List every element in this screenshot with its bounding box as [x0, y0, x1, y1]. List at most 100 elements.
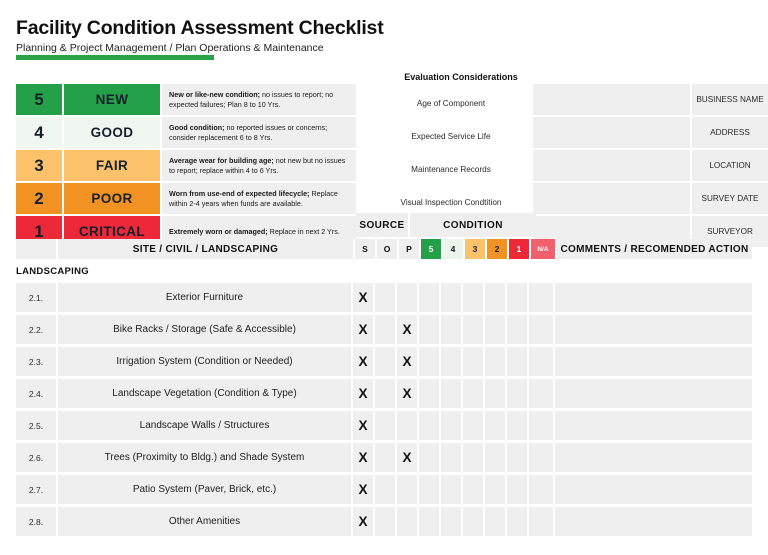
cell-condition-3[interactable]: [463, 379, 483, 408]
cell-condition-4[interactable]: [441, 443, 461, 472]
accent-underline: [16, 55, 214, 60]
cell-source-o[interactable]: [375, 411, 395, 440]
cell-condition-1[interactable]: [507, 283, 527, 312]
info-box-value[interactable]: [533, 117, 692, 148]
header-cell-condition-2: 2: [487, 239, 507, 259]
row-item-title: Trees (Proximity to Bldg.) and Shade Sys…: [58, 443, 351, 472]
cell-condition-2[interactable]: [485, 443, 505, 472]
cell-condition-2[interactable]: [485, 315, 505, 344]
cell-condition-na[interactable]: [529, 443, 553, 472]
cell-condition-2[interactable]: [485, 411, 505, 440]
cell-source-p[interactable]: [397, 411, 417, 440]
legend-score: 4: [16, 117, 64, 148]
cell-source-o[interactable]: [375, 283, 395, 312]
evaluation-considerations-list: Age of Component Expected Service Life Mai…: [366, 88, 536, 220]
cell-source-p[interactable]: X: [397, 443, 417, 472]
cell-source-s[interactable]: X: [353, 283, 373, 312]
cell-condition-3[interactable]: [463, 475, 483, 504]
cell-source-s[interactable]: X: [353, 443, 373, 472]
cell-condition-na[interactable]: [529, 411, 553, 440]
cell-comments[interactable]: [555, 475, 752, 504]
cell-condition-2[interactable]: [485, 507, 505, 536]
cell-condition-3[interactable]: [463, 283, 483, 312]
cell-condition-4[interactable]: [441, 315, 461, 344]
cell-condition-5[interactable]: [419, 507, 439, 536]
info-box-value[interactable]: [533, 150, 692, 181]
legend-row: 2 POOR Worn from use-end of expected lifec…: [16, 183, 356, 214]
cell-source-p[interactable]: X: [397, 315, 417, 344]
cell-condition-2[interactable]: [485, 347, 505, 376]
cell-condition-4[interactable]: [441, 507, 461, 536]
cell-condition-3[interactable]: [463, 507, 483, 536]
cell-source-s[interactable]: X: [353, 507, 373, 536]
cell-source-p[interactable]: X: [397, 347, 417, 376]
cell-source-o[interactable]: [375, 507, 395, 536]
cell-condition-5[interactable]: [419, 475, 439, 504]
cell-condition-4[interactable]: [441, 475, 461, 504]
cell-condition-1[interactable]: [507, 475, 527, 504]
cell-comments[interactable]: [555, 283, 752, 312]
cell-condition-1[interactable]: [507, 347, 527, 376]
cell-source-o[interactable]: [375, 443, 395, 472]
header-cell-source-o: O: [377, 239, 397, 259]
cell-condition-5[interactable]: [419, 379, 439, 408]
cell-condition-na[interactable]: [529, 379, 553, 408]
cell-condition-na[interactable]: [529, 315, 553, 344]
cell-source-p[interactable]: [397, 507, 417, 536]
facility-condition-assessment-page: Facility Condition Assessment Checklist …: [0, 0, 768, 555]
cell-source-s[interactable]: X: [353, 315, 373, 344]
cell-condition-na[interactable]: [529, 507, 553, 536]
cell-condition-na[interactable]: [529, 475, 553, 504]
cell-source-s[interactable]: X: [353, 347, 373, 376]
row-number: 2.8.: [16, 507, 56, 536]
condition-rating-legend: 5 NEW New or like-new condition; no issues…: [16, 84, 356, 247]
cell-condition-1[interactable]: [507, 411, 527, 440]
cell-source-o[interactable]: [375, 347, 395, 376]
cell-source-s[interactable]: X: [353, 379, 373, 408]
cell-comments[interactable]: [555, 379, 752, 408]
table-row: 2.7. Patio System (Paver, Brick, etc.) X: [16, 475, 752, 504]
cell-source-p[interactable]: X: [397, 379, 417, 408]
info-box-value[interactable]: [533, 84, 692, 115]
cell-condition-na[interactable]: [529, 283, 553, 312]
cell-condition-2[interactable]: [485, 283, 505, 312]
cell-source-o[interactable]: [375, 475, 395, 504]
cell-condition-5[interactable]: [419, 315, 439, 344]
cell-source-s[interactable]: X: [353, 475, 373, 504]
cell-comments[interactable]: [555, 315, 752, 344]
cell-condition-1[interactable]: [507, 379, 527, 408]
cell-condition-4[interactable]: [441, 283, 461, 312]
info-box-value[interactable]: [533, 183, 692, 214]
cell-condition-3[interactable]: [463, 411, 483, 440]
cell-condition-1[interactable]: [507, 315, 527, 344]
info-box-label: ADDRESS: [692, 117, 768, 148]
cell-comments[interactable]: [555, 507, 752, 536]
cell-condition-2[interactable]: [485, 475, 505, 504]
cell-comments[interactable]: [555, 411, 752, 440]
cell-condition-1[interactable]: [507, 443, 527, 472]
cell-condition-4[interactable]: [441, 347, 461, 376]
info-box-label: BUSINESS NAME: [692, 84, 768, 115]
cell-source-s[interactable]: X: [353, 411, 373, 440]
checklist-table-body: 2.1. Exterior Furniture X 2.2. Bike Racks / …: [16, 283, 752, 539]
cell-condition-1[interactable]: [507, 507, 527, 536]
cell-source-o[interactable]: [375, 315, 395, 344]
legend-rating-word: FAIR: [64, 150, 160, 181]
cell-source-p[interactable]: [397, 475, 417, 504]
header-cell-category-title: SITE / CIVIL / LANDSCAPING: [58, 239, 355, 259]
cell-condition-5[interactable]: [419, 347, 439, 376]
cell-comments[interactable]: [555, 443, 752, 472]
cell-condition-5[interactable]: [419, 411, 439, 440]
cell-comments[interactable]: [555, 347, 752, 376]
cell-source-o[interactable]: [375, 379, 395, 408]
cell-condition-3[interactable]: [463, 347, 483, 376]
cell-condition-5[interactable]: [419, 443, 439, 472]
cell-condition-3[interactable]: [463, 443, 483, 472]
cell-source-p[interactable]: [397, 283, 417, 312]
cell-condition-2[interactable]: [485, 379, 505, 408]
cell-condition-4[interactable]: [441, 379, 461, 408]
cell-condition-3[interactable]: [463, 315, 483, 344]
cell-condition-na[interactable]: [529, 347, 553, 376]
cell-condition-4[interactable]: [441, 411, 461, 440]
cell-condition-5[interactable]: [419, 283, 439, 312]
